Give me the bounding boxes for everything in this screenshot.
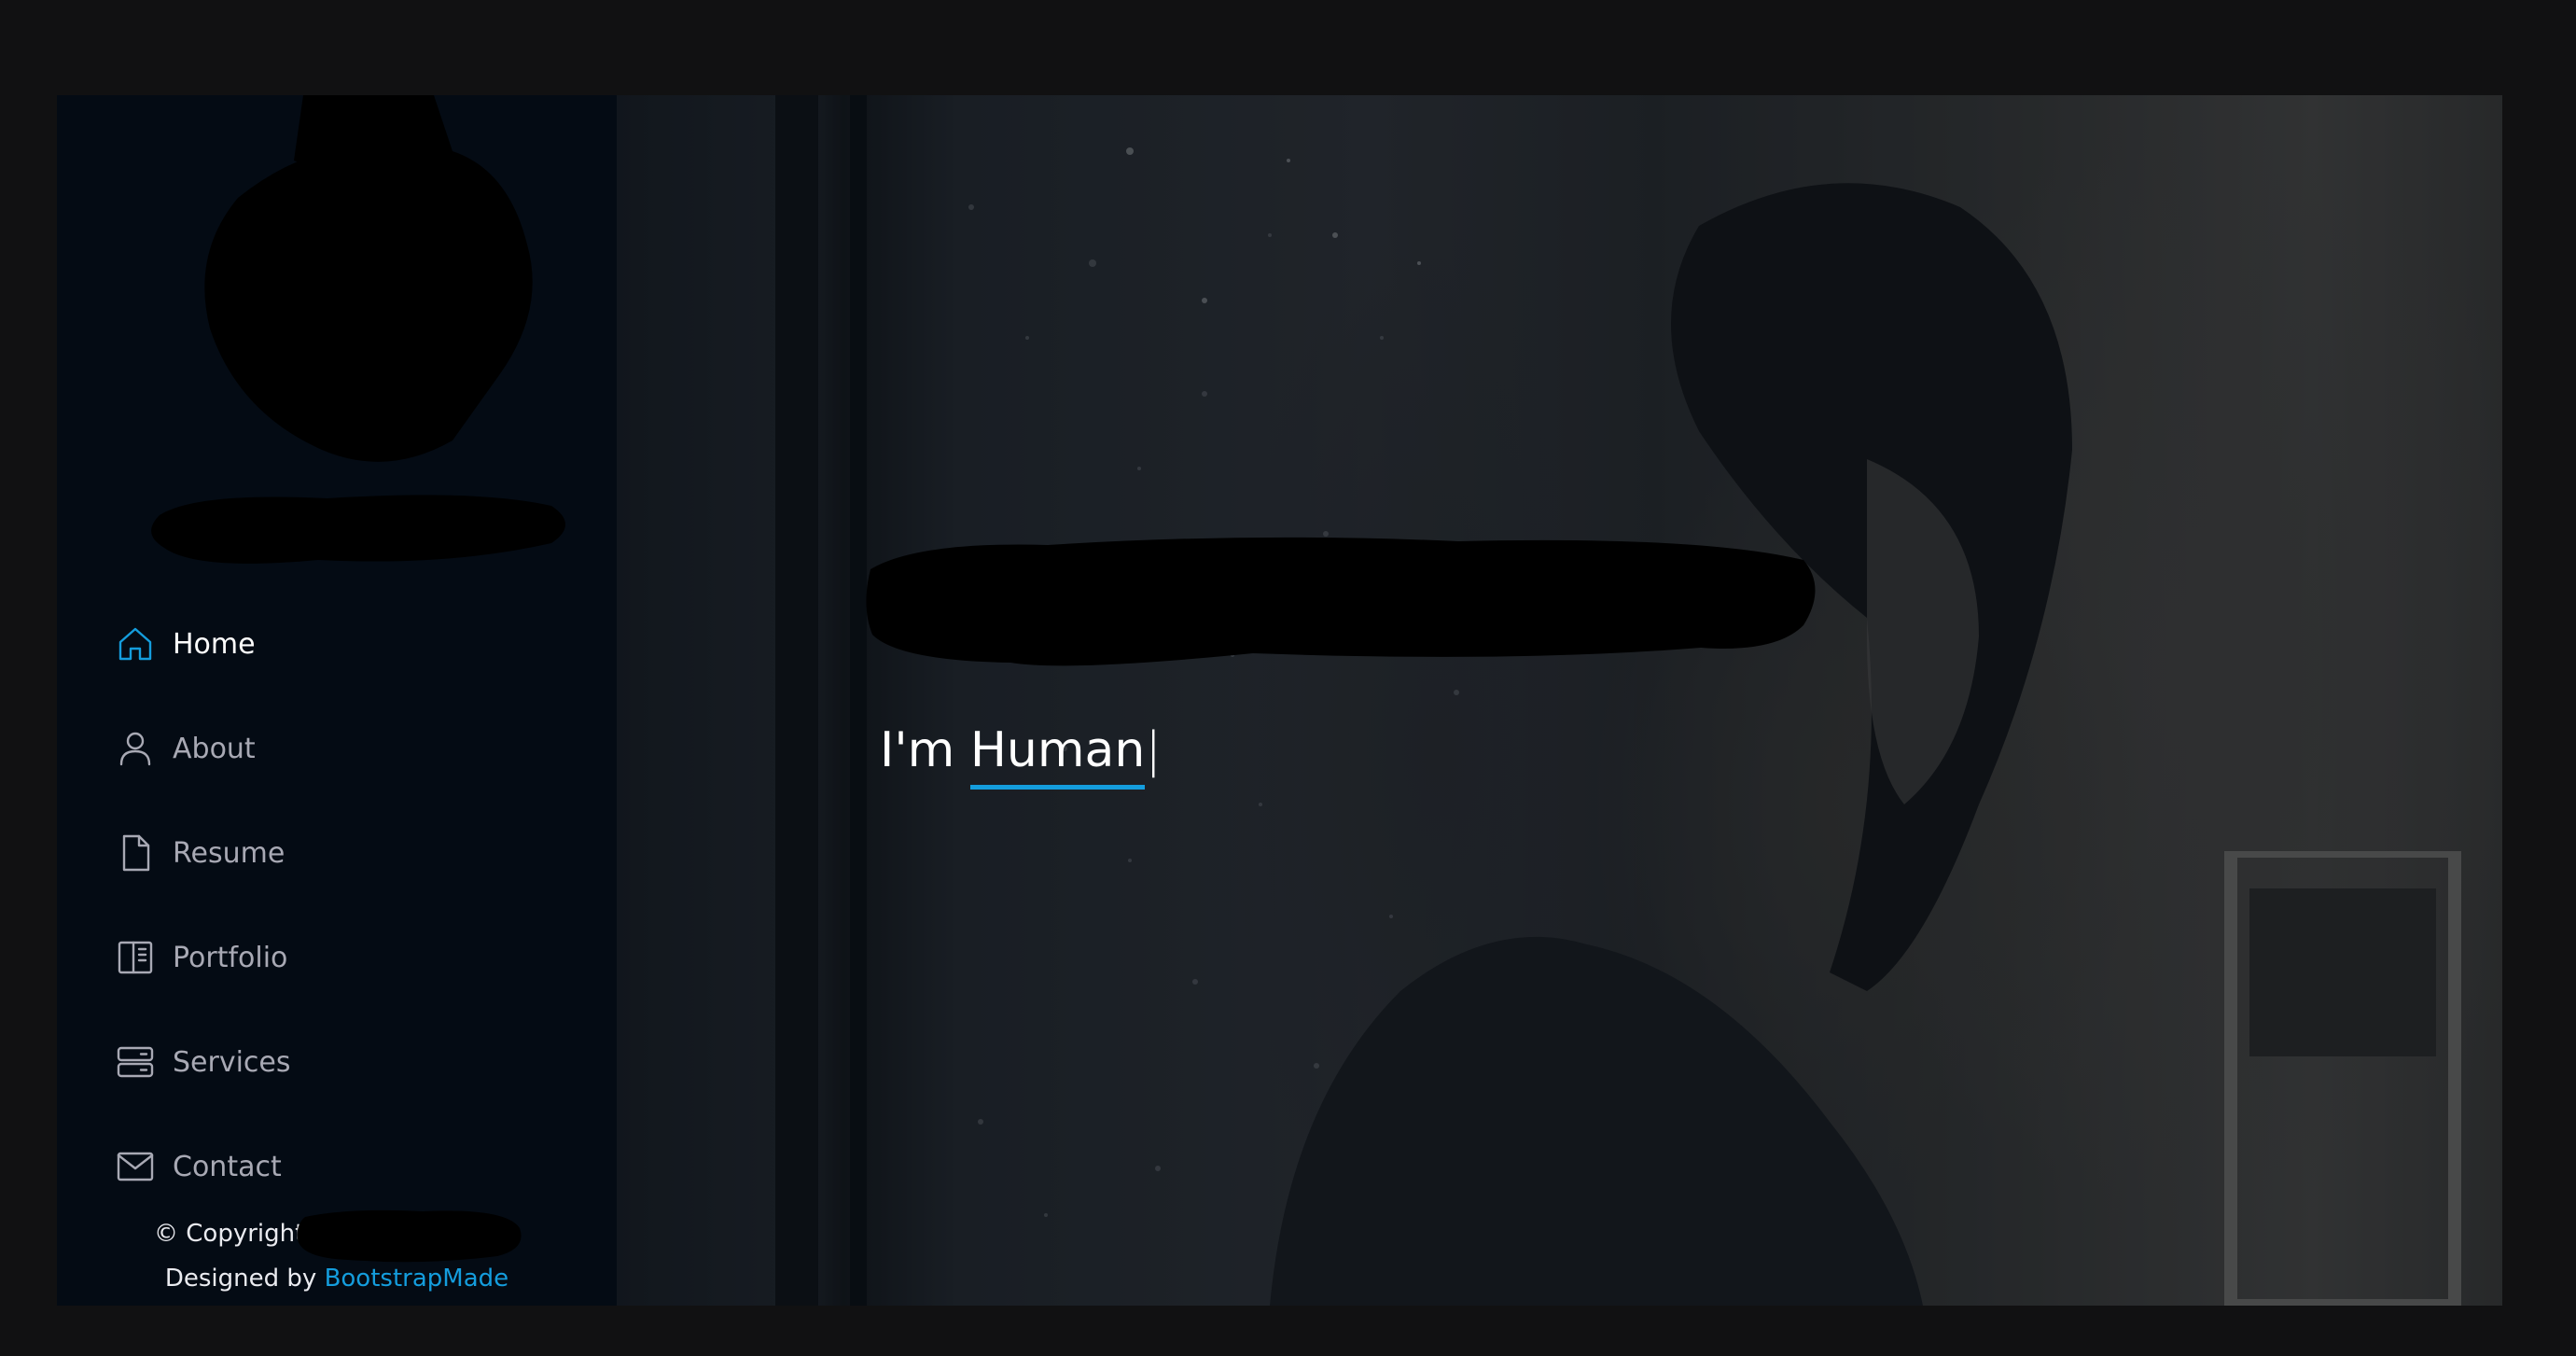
nav-item-label: Services (173, 1045, 291, 1079)
nav-menu: Home About Resume Portfolio Services Con… (115, 618, 291, 1245)
profile-name-redacted (151, 495, 565, 564)
typed-cursor: | (1145, 722, 1162, 778)
hero-overlay (617, 95, 2502, 1306)
profile-image-redacted (204, 95, 533, 462)
nav-item-label: About (173, 732, 256, 765)
nav-item-label: Resume (173, 836, 285, 870)
nav-item-about[interactable]: About (115, 722, 291, 775)
typed-underline (969, 785, 1146, 790)
nav-item-resume[interactable]: Resume (115, 827, 291, 879)
hero-title-redacted (866, 537, 1816, 666)
envelope-icon (115, 1146, 156, 1187)
sidebar-footer: © Copyright Designed by BootstrapMade (57, 1209, 617, 1301)
typed-prefix: I'm (880, 722, 955, 778)
hero-section: I'm Human | (617, 95, 2502, 1306)
designed-by-text: Designed by (164, 1265, 317, 1293)
nav-item-contact[interactable]: Contact (115, 1140, 291, 1193)
nav-item-label: Contact (173, 1150, 282, 1183)
nav-item-label: Home (173, 627, 256, 661)
nav-item-home[interactable]: Home (115, 618, 291, 670)
designer-link[interactable]: BootstrapMade (325, 1265, 509, 1293)
file-icon (115, 832, 156, 874)
page-frame: Home About Resume Portfolio Services Con… (57, 95, 2502, 1306)
typed-word: Human (969, 722, 1146, 790)
copyright: © Copyright (57, 1209, 617, 1263)
nav-item-label: Portfolio (173, 941, 288, 974)
copyright-owner-redacted (297, 1209, 522, 1263)
copyright-text: © Copyright (154, 1220, 305, 1248)
typed-text: I'm Human | (880, 722, 1162, 790)
sidebar: Home About Resume Portfolio Services Con… (57, 95, 617, 1306)
house-icon (115, 623, 156, 664)
book-half-icon (115, 937, 156, 978)
server-icon (115, 1041, 156, 1083)
nav-item-portfolio[interactable]: Portfolio (115, 931, 291, 984)
nav-item-services[interactable]: Services (115, 1036, 291, 1088)
person-icon (115, 728, 156, 769)
typed-word-text: Human (969, 722, 1146, 778)
